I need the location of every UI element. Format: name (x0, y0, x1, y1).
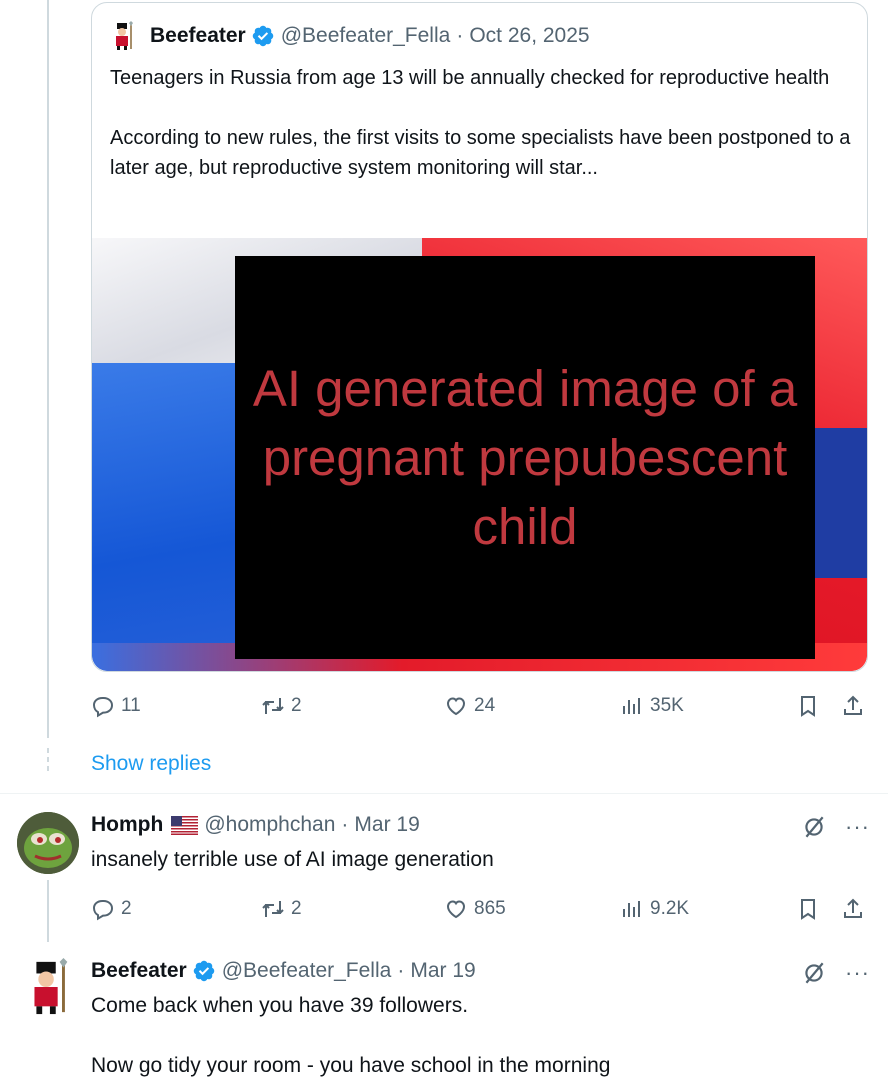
repost-button[interactable]: 2 (261, 691, 302, 721)
verified-badge-icon (193, 960, 214, 982)
grok-icon[interactable] (801, 960, 827, 986)
overlay-text: AI generated image of a pregnant prepube… (252, 360, 798, 555)
reply2-text-para-2: Now go tidy your room - you have school … (91, 1054, 611, 1077)
views-button[interactable]: 9.2K (620, 894, 689, 924)
quoted-tweet-date[interactable]: Oct 26, 2025 (469, 24, 589, 48)
reply-count: 11 (121, 695, 141, 716)
quoted-text-para-1: Teenagers in Russia from age 13 will be … (110, 67, 830, 89)
thread-line-top (47, 0, 49, 738)
beefeater-avatar-icon[interactable] (110, 21, 136, 51)
views-count: 35K (650, 695, 684, 716)
share-icon (844, 695, 862, 715)
quoted-tweet-card[interactable]: Beefeater @Beefeater_Fella · Oct 26, 202… (91, 2, 868, 672)
like-button[interactable]: 24 (444, 691, 495, 721)
reply2-date[interactable]: Mar 19 (410, 959, 475, 983)
us-flag-icon (171, 815, 199, 835)
reply2-author-name[interactable]: Beefeater (91, 959, 187, 983)
repost-icon (262, 901, 284, 917)
repost-button[interactable]: 2 (261, 894, 302, 924)
quoted-text-para-2: According to new rules, the first visits… (110, 127, 851, 179)
views-icon (623, 901, 640, 917)
reply-button[interactable]: 11 (91, 691, 141, 721)
more-icon[interactable]: ··· (845, 962, 870, 984)
reply1-text: insanely terrible use of AI image genera… (91, 848, 494, 871)
like-count: 865 (474, 898, 506, 919)
reply1-header: Homph @homphchan · Mar 19 (91, 813, 420, 837)
repost-icon (262, 698, 284, 714)
reply2-top-actions: ··· (801, 960, 870, 986)
grok-icon[interactable] (801, 814, 827, 840)
reply-icon (92, 697, 114, 718)
thread-line-reply (47, 880, 49, 942)
bookmark-button[interactable] (796, 894, 826, 924)
reply2-author-handle[interactable]: @Beefeater_Fella (222, 959, 392, 983)
like-icon (446, 697, 466, 716)
censor-overlay: AI generated image of a pregnant prepube… (235, 256, 815, 659)
beefeater-avatar[interactable] (22, 958, 74, 1016)
quoted-author-handle[interactable]: @Beefeater_Fella (281, 24, 451, 48)
separator-dot: · (456, 24, 464, 47)
reply2-text-para-1: Come back when you have 39 followers. (91, 994, 469, 1017)
reply-button[interactable]: 2 (91, 894, 132, 924)
separator-dot: · (397, 959, 405, 982)
quoted-author-name[interactable]: Beefeater (150, 24, 246, 48)
repost-count: 2 (291, 695, 302, 716)
reply-count: 2 (121, 898, 132, 919)
share-button[interactable] (841, 691, 871, 721)
flag-blue-right-patch (807, 428, 867, 578)
quoted-tweet-header: Beefeater @Beefeater_Fella · Oct 26, 202… (110, 21, 590, 51)
verified-badge-icon (252, 25, 273, 47)
beefeater-avatar-icon (34, 958, 68, 1015)
like-icon (446, 900, 466, 919)
divider (0, 793, 888, 794)
reply1-top-actions: ··· (801, 814, 870, 840)
reply1-date[interactable]: Mar 19 (354, 813, 419, 837)
frog-avatar-icon (17, 812, 79, 874)
quoted-tweet-actions: 11 2 24 35K (91, 691, 866, 721)
like-button[interactable]: 865 (444, 894, 506, 924)
homph-avatar[interactable] (17, 812, 79, 874)
bookmark-icon (801, 696, 815, 717)
reply2-header: Beefeater @Beefeater_Fella · Mar 19 (91, 959, 476, 983)
views-button[interactable]: 35K (620, 691, 684, 721)
quoted-tweet-media[interactable]: AI generated image of a pregnant prepube… (92, 238, 867, 671)
reply2-text: Come back when you have 39 followers. No… (91, 991, 610, 1081)
more-icon[interactable]: ··· (845, 816, 870, 838)
like-count: 24 (474, 695, 496, 716)
repost-count: 2 (291, 898, 302, 919)
reply-icon (92, 900, 114, 921)
thread-dots (45, 748, 51, 775)
separator-dot: · (341, 813, 349, 836)
views-count: 9.2K (650, 898, 690, 919)
reply1-author-handle[interactable]: @homphchan (204, 813, 335, 837)
bookmark-icon (801, 899, 815, 920)
share-icon (844, 898, 862, 918)
reply1-actions: 2 2 865 9.2K (91, 894, 866, 924)
show-replies-link[interactable]: Show replies (91, 752, 211, 776)
quoted-tweet-text: Teenagers in Russia from age 13 will be … (110, 63, 855, 183)
bookmark-button[interactable] (796, 691, 826, 721)
share-button[interactable] (841, 894, 871, 924)
reply1-author-name[interactable]: Homph (91, 813, 163, 837)
views-icon (623, 698, 640, 714)
